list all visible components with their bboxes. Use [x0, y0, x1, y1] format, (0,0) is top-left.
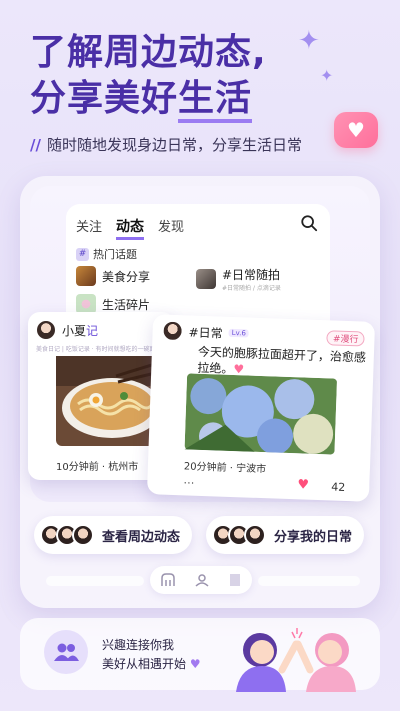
users-glyph [54, 643, 79, 661]
tab-follow[interactable]: 关注 [76, 216, 102, 240]
people-nav-icon[interactable] [160, 573, 176, 587]
topic-sublabel: #日常随拍 / 点滴记录 [222, 285, 281, 292]
topic-thumbnail [76, 266, 96, 286]
avatar [244, 524, 266, 546]
hot-topics-title: 热门话题 [93, 248, 137, 261]
level-badge: Lv.6 [228, 328, 249, 338]
like-count: 42 [331, 480, 346, 494]
heart-bubble-icon: ♥ [334, 112, 378, 148]
search-icon[interactable] [300, 214, 318, 232]
bottom-nav [150, 566, 252, 594]
sparkle-icon: ✦ [298, 26, 320, 56]
invite-line-2: 美好从相遇开始 ♥ [102, 655, 201, 674]
headline-line-2: 分享美好生活 [30, 76, 267, 123]
topic-food[interactable]: 美食分享 [76, 266, 150, 286]
post-header: #日常 Lv.6 [162, 320, 249, 344]
profile-nav-icon[interactable] [195, 573, 209, 587]
subtitle-text: 随时随地发现身边日常，分享生活日常 [46, 136, 302, 154]
message-nav-icon[interactable] [228, 572, 242, 588]
post-description: 美食日记 | 吃饭记录 · 有时间就想吃的一碗面 [36, 346, 156, 353]
heart-icon: ♥ [189, 657, 201, 671]
invite-line-2-text: 美好从相遇开始 [102, 657, 187, 671]
like-icon[interactable]: ♥ [297, 477, 309, 492]
view-nearby-button[interactable]: 查看周边动态 [34, 516, 193, 554]
topic-thumbnail [76, 294, 96, 314]
feed-tabs: 关注 动态 发现 [76, 216, 184, 240]
sparkle-small-icon: ✦ [320, 66, 334, 85]
avatar-group [212, 524, 266, 546]
post-time-location: 10分钟前 · 杭州市 [56, 462, 139, 473]
topic-daily-snap[interactable]: #日常随拍 #日常随拍 / 点滴记录 [196, 266, 281, 292]
headline-line-1: 了解周边动态, [30, 32, 267, 73]
topic-thumbnail [196, 269, 216, 289]
topic-label: #日常随拍 [222, 268, 281, 282]
post-author-name: 小夏 [62, 323, 87, 338]
avatar [72, 524, 94, 546]
topic-label-group: #日常随拍 #日常随拍 / 点滴记录 [222, 266, 281, 292]
post-time-location: 20分钟前 · 宁波市 [183, 461, 267, 476]
topic-label: 生活碎片 [102, 297, 151, 312]
headline-line-2-part-1: 分享美好 [30, 78, 179, 119]
tab-moments[interactable]: 动态 [116, 216, 145, 240]
post-text-body: 今天的胞豚拉面超开了，治愈感拉绝。 [197, 344, 367, 377]
share-daily-label: 分享我的日常 [274, 529, 353, 545]
view-nearby-label: 查看周边动态 [102, 529, 181, 545]
hash-icon: # [76, 247, 89, 261]
users-icon [44, 630, 88, 674]
nav-rail-left [46, 576, 144, 586]
post-author: 小夏记 [62, 322, 98, 339]
headline: 了解周边动态, 分享美好生活 [30, 30, 267, 123]
subtitle-mark: // [30, 136, 41, 154]
share-daily-button[interactable]: 分享我的日常 [206, 516, 365, 554]
hot-topics-header: # 热门话题 [76, 246, 137, 262]
post-author-accent: 记 [86, 323, 99, 338]
tab-discover[interactable]: 发现 [158, 216, 184, 240]
avatar-group [40, 524, 94, 546]
nav-rail-right [258, 576, 360, 586]
more-icon[interactable]: … [183, 473, 194, 486]
topic-label: 美食分享 [102, 269, 151, 284]
post-card-hydrangea[interactable]: #日常 Lv.6 #漫行 今天的胞豚拉面超开了，治愈感拉绝。 ♥ 20分钟前 · … [146, 314, 376, 502]
subtitle: // 随时随地发现身边日常，分享生活日常 [30, 134, 302, 155]
topic-tag[interactable]: #漫行 [326, 330, 365, 347]
post-header: 小夏记 [36, 320, 98, 340]
hydrangea-photo [184, 373, 337, 455]
avatar [162, 320, 183, 342]
headline-highlight: 生活 [178, 79, 253, 123]
high-five-illustration [236, 628, 356, 692]
post-author: #日常 [188, 324, 223, 341]
invite-line-1: 兴趣连接你我 [102, 638, 175, 652]
invite-text: 兴趣连接你我 美好从相遇开始 ♥ [102, 636, 201, 674]
avatar [36, 320, 56, 340]
topic-life-fragments[interactable]: 生活碎片 [76, 294, 150, 314]
